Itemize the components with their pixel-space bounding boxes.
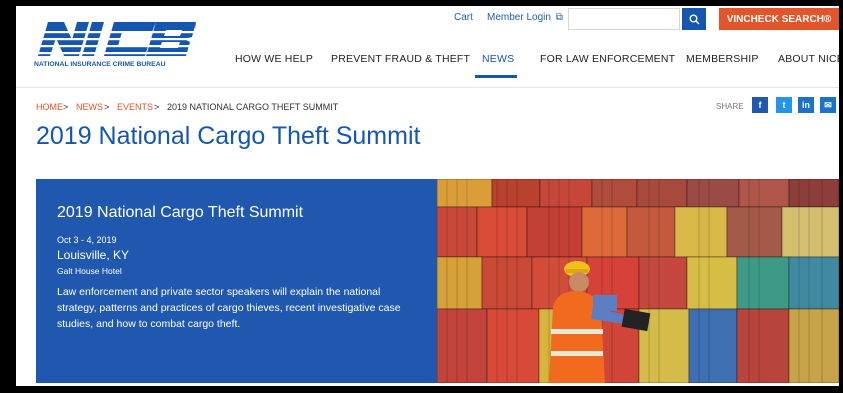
nav-active-indicator	[475, 75, 517, 78]
nav-for-law-enforcement[interactable]: FOR LAW ENFORCEMENT	[540, 53, 675, 65]
twitter-icon[interactable]: t	[776, 97, 792, 113]
event-title: 2019 National Cargo Theft Summit	[57, 204, 304, 221]
breadcrumb-separator: >	[154, 102, 160, 112]
nav-how-we-help[interactable]: HOW WE HELP	[235, 53, 313, 65]
breadcrumb-separator: >	[104, 102, 110, 112]
cargo-containers-photo	[437, 179, 839, 383]
breadcrumb-home[interactable]: HOME	[36, 102, 63, 112]
nav-about-nicb[interactable]: ABOUT NICB	[778, 53, 839, 65]
member-login-label: Member Login	[487, 12, 551, 23]
browser-viewport: ® NATIONAL INSURANCE CRIME BUREAU Cart M…	[16, 6, 839, 386]
nicb-logo[interactable]: ® NATIONAL INSURANCE CRIME BUREAU	[34, 20, 199, 74]
event-venue: Galt House Hotel	[57, 266, 122, 276]
breadcrumb-separator: >	[63, 102, 69, 112]
search-button[interactable]	[682, 8, 706, 30]
search-icon	[689, 14, 700, 25]
header-divider	[16, 87, 839, 88]
breadcrumb-news[interactable]: NEWS	[76, 102, 103, 112]
breadcrumb-events[interactable]: EVENTS	[117, 102, 153, 112]
share-label: SHARE	[716, 102, 744, 111]
external-link-icon: ⧉	[555, 12, 563, 23]
svg-text:®: ®	[194, 23, 196, 30]
nav-membership[interactable]: MEMBERSHIP	[686, 53, 759, 65]
event-info-panel: 2019 National Cargo Theft Summit Oct 3 -…	[36, 179, 437, 383]
linkedin-icon[interactable]: in	[798, 97, 814, 113]
page-title: 2019 National Cargo Theft Summit	[36, 122, 421, 150]
containers-illustration	[437, 179, 839, 383]
member-login-link[interactable]: Member Login ⧉	[487, 12, 563, 23]
event-description: Law enforcement and private sector speak…	[57, 286, 401, 330]
email-icon[interactable]: ✉	[820, 97, 836, 113]
cart-link[interactable]: Cart	[454, 12, 473, 23]
nav-prevent-fraud-theft[interactable]: PREVENT FRAUD & THEFT	[331, 53, 470, 65]
event-hero: 2019 National Cargo Theft Summit Oct 3 -…	[36, 179, 839, 383]
facebook-icon[interactable]: f	[752, 97, 768, 113]
nav-news[interactable]: NEWS	[482, 53, 514, 65]
vincheck-search-button[interactable]: VINCHECK SEARCH®	[719, 8, 839, 30]
breadcrumb-current: 2019 NATIONAL CARGO THEFT SUMMIT	[167, 102, 339, 112]
event-dates: Oct 3 - 4, 2019	[57, 235, 117, 245]
logo-tagline: NATIONAL INSURANCE CRIME BUREAU	[34, 61, 166, 68]
event-city: Louisville, KY	[57, 248, 130, 262]
search-input[interactable]	[568, 8, 680, 30]
